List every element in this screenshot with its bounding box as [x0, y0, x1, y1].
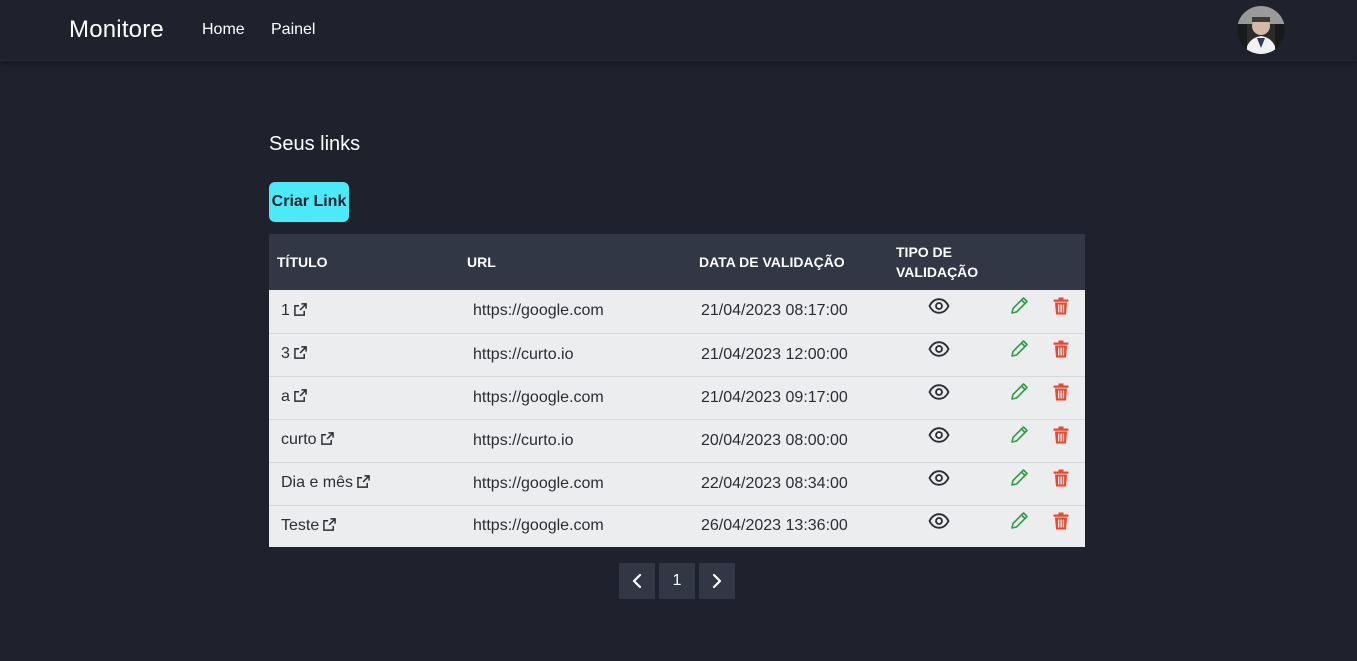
eye-icon[interactable] — [927, 384, 950, 405]
trash-icon[interactable] — [1053, 512, 1069, 535]
cell-actions — [989, 462, 1085, 505]
table-row: 1 https://google.com 21/04/2023 08:17:00 — [269, 290, 1085, 333]
nav-painel-link[interactable]: Painel — [271, 21, 315, 39]
cell-date: 21/04/2023 12:00:00 — [701, 345, 848, 363]
user-avatar[interactable] — [1237, 6, 1285, 54]
pencil-icon[interactable] — [1009, 339, 1029, 364]
table-row: Dia e mês https://google.com 22/04/2023 08… — [269, 462, 1085, 505]
cell-type — [888, 290, 989, 333]
page-number-button[interactable]: 1 — [659, 563, 695, 599]
pencil-icon[interactable] — [1009, 296, 1029, 321]
next-page-button[interactable] — [699, 563, 735, 599]
header-title: TÍTULO — [277, 254, 328, 270]
link-title: curto — [281, 431, 317, 448]
header-actions — [989, 234, 1085, 290]
header-date: DATA DE VALIDAÇÃO — [699, 254, 845, 270]
cell-date: 20/04/2023 08:00:00 — [701, 431, 848, 449]
cell-date: 22/04/2023 08:34:00 — [701, 474, 848, 492]
pencil-icon[interactable] — [1009, 382, 1029, 407]
table-row: Teste https://google.com 26/04/2023 13:36:… — [269, 505, 1085, 547]
link-title: Dia e mês — [281, 474, 354, 491]
trash-icon[interactable] — [1053, 426, 1069, 449]
cell-title: Teste — [269, 505, 459, 547]
trash-icon[interactable] — [1053, 383, 1069, 406]
cell-url: https://google.com — [473, 474, 604, 492]
header-url: URL — [467, 254, 496, 270]
table-header: TÍTULO URL DATA DE VALIDAÇÃO TIPO DE VAL… — [269, 234, 1085, 290]
external-link-icon[interactable] — [320, 432, 334, 450]
external-link-icon[interactable] — [294, 389, 307, 407]
cell-type — [888, 419, 989, 462]
trash-icon[interactable] — [1053, 297, 1069, 320]
cell-type — [888, 376, 989, 419]
eye-icon[interactable] — [927, 470, 950, 491]
cell-title: 3 — [269, 333, 459, 376]
trash-icon[interactable] — [1053, 469, 1069, 492]
external-link-icon[interactable] — [357, 475, 370, 493]
link-title: 1 — [281, 301, 290, 319]
table-row: curto https://curto.io 20/04/2023 08:00:00 — [269, 419, 1085, 462]
trash-icon[interactable] — [1053, 340, 1069, 363]
table-row: a https://google.com 21/04/2023 09:17:00 — [269, 376, 1085, 419]
cell-url: https://google.com — [473, 388, 604, 406]
cell-title: Dia e mês — [269, 462, 459, 505]
external-link-icon[interactable] — [323, 517, 337, 536]
table-row: 3 https://curto.io 21/04/2023 12:00:00 — [269, 333, 1085, 376]
chevron-left-icon — [632, 573, 642, 589]
pencil-icon[interactable] — [1009, 468, 1029, 493]
eye-icon[interactable] — [927, 297, 950, 319]
prev-page-button[interactable] — [619, 563, 655, 599]
cell-title: a — [269, 376, 459, 419]
cell-url: https://google.com — [473, 517, 604, 535]
avatar-image — [1237, 6, 1285, 54]
cell-date: 21/04/2023 09:17:00 — [701, 388, 848, 406]
link-title: a — [281, 388, 290, 405]
page-title: Seus links — [269, 133, 361, 155]
link-title: Teste — [281, 516, 320, 534]
table-body: 1 https://google.com 21/04/2023 08:17:00 3 h… — [269, 290, 1085, 547]
cell-url: https://google.com — [473, 302, 604, 320]
cell-type — [888, 505, 989, 547]
cell-url: https://curto.io — [473, 345, 574, 363]
cell-actions — [989, 505, 1085, 547]
brand-logo[interactable]: Monitore — [69, 16, 164, 44]
cell-actions — [989, 419, 1085, 462]
nav-home-link[interactable]: Home — [202, 21, 245, 39]
create-link-button[interactable]: Criar Link — [269, 182, 349, 222]
cell-actions — [989, 333, 1085, 376]
eye-icon[interactable] — [927, 512, 950, 534]
cell-url: https://curto.io — [473, 431, 574, 449]
cell-actions — [989, 376, 1085, 419]
navbar: Monitore Home Painel — [0, 0, 1357, 61]
pencil-icon[interactable] — [1009, 425, 1029, 450]
cell-title: 1 — [269, 290, 459, 333]
cell-actions — [989, 290, 1085, 333]
link-title: 3 — [281, 345, 290, 362]
links-table: TÍTULO URL DATA DE VALIDAÇÃO TIPO DE VAL… — [269, 234, 1085, 547]
external-link-icon[interactable] — [294, 346, 307, 364]
cell-title: curto — [269, 419, 459, 462]
header-type: TIPO DE VALIDAÇÃO — [896, 244, 979, 280]
links-table-container: TÍTULO URL DATA DE VALIDAÇÃO TIPO DE VAL… — [269, 234, 1085, 547]
pencil-icon[interactable] — [1009, 511, 1029, 536]
eye-icon[interactable] — [927, 341, 950, 362]
cell-type — [888, 462, 989, 505]
external-link-icon[interactable] — [294, 302, 307, 321]
cell-type — [888, 333, 989, 376]
chevron-right-icon — [712, 573, 722, 589]
eye-icon[interactable] — [927, 427, 950, 448]
cell-date: 21/04/2023 08:17:00 — [701, 302, 848, 320]
cell-date: 26/04/2023 13:36:00 — [701, 517, 848, 535]
